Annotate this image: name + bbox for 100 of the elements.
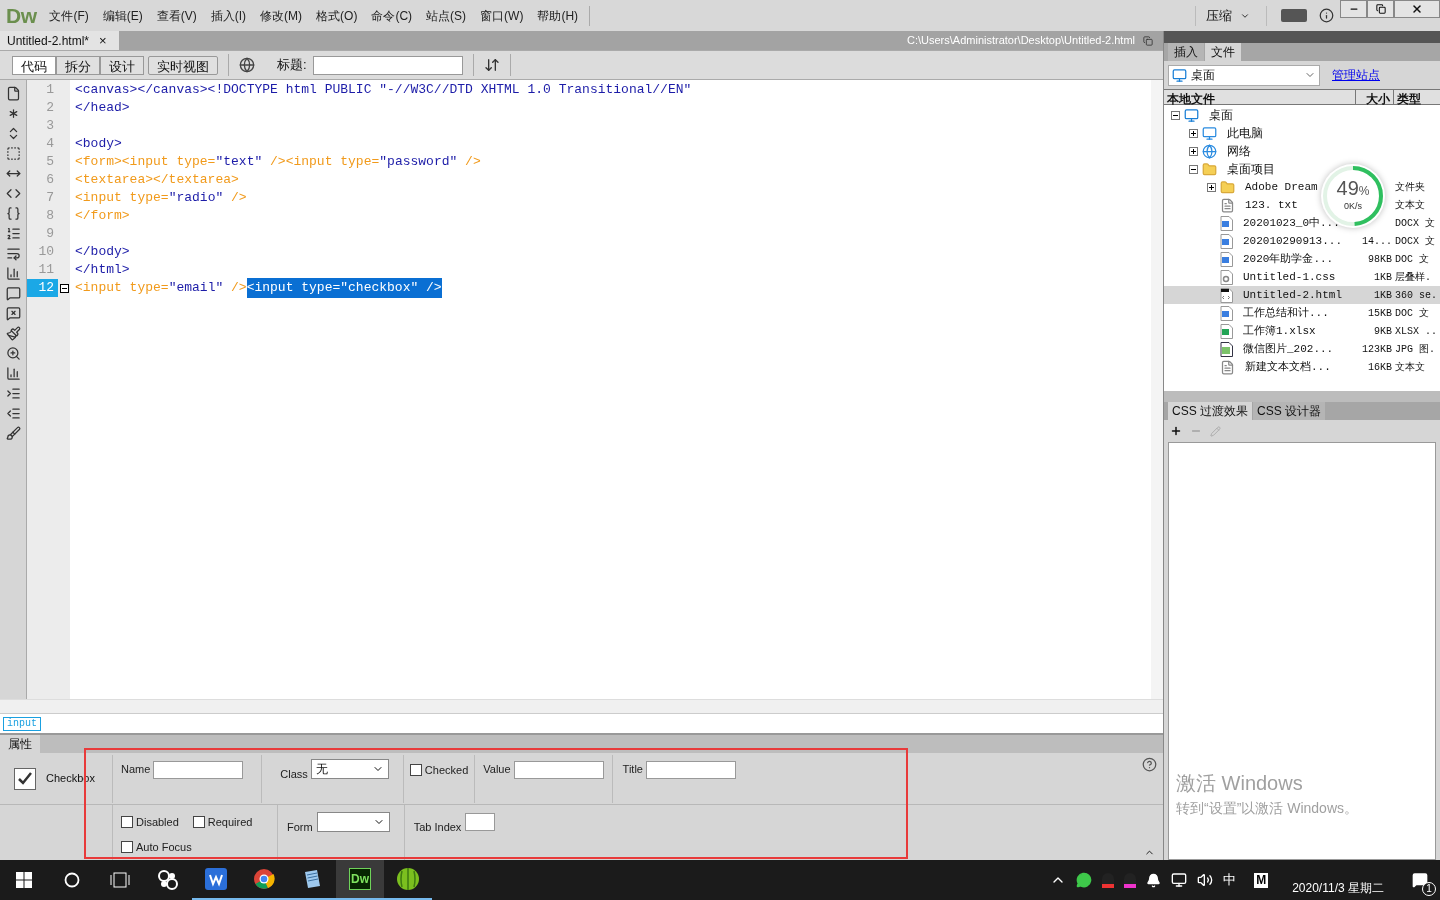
select-field[interactable]	[316, 812, 390, 832]
input-field[interactable]	[153, 760, 244, 779]
chart-icon[interactable]	[5, 266, 21, 281]
panel-tab[interactable]: CSS 设计器	[1253, 402, 1326, 420]
input-mode[interactable]: M	[1254, 872, 1269, 888]
panel-tab[interactable]: 插入	[1168, 43, 1204, 61]
file-size: 1KB	[1373, 270, 1392, 285]
checkbox[interactable]	[121, 816, 133, 829]
volume-icon[interactable]	[1197, 872, 1214, 888]
file-name[interactable]: 2020年助学金...	[1243, 250, 1334, 268]
title-field[interactable]	[312, 55, 463, 75]
input-field[interactable]	[513, 760, 604, 779]
menu-item[interactable]: 插入(I)	[203, 6, 254, 25]
workspace-switcher[interactable]: 压缩	[1206, 5, 1258, 26]
file-name[interactable]: 新建文本文档...	[1245, 358, 1331, 376]
code-token: />	[230, 279, 247, 298]
input-field[interactable]	[646, 760, 736, 779]
file-name[interactable]: 桌面项目	[1227, 160, 1275, 178]
remove-comment-icon[interactable]	[5, 306, 21, 321]
expand-icon[interactable]	[1189, 128, 1198, 138]
manage-sites-link[interactable]: 管理站点	[1332, 66, 1380, 84]
file-icon[interactable]	[5, 86, 21, 101]
close-icon	[1411, 3, 1423, 15]
fold-icon[interactable]	[60, 283, 69, 293]
menu-item[interactable]: 站点(S)	[419, 6, 474, 25]
file-name[interactable]: 123. txt	[1245, 196, 1298, 214]
input-field[interactable]	[465, 813, 496, 831]
menu-item[interactable]: 编辑(E)	[95, 6, 150, 25]
comment-icon[interactable]	[5, 286, 21, 301]
speed-reading: 0K/s	[1344, 200, 1362, 214]
info-icon[interactable]	[1319, 8, 1334, 23]
menu-item[interactable]: 命令(C)	[364, 6, 420, 25]
checkbox[interactable]	[409, 763, 422, 776]
line-number: 12	[27, 279, 58, 297]
help-icon[interactable]	[1142, 757, 1157, 772]
checkbox[interactable]	[192, 816, 205, 829]
view-tab[interactable]: 拆分	[56, 55, 100, 75]
column-header[interactable]: 本地文件	[1164, 90, 1356, 104]
restore-button[interactable]	[1367, 0, 1394, 18]
selection-icon[interactable]	[5, 146, 21, 161]
zoom-icon[interactable]	[5, 346, 21, 361]
collapse-icon[interactable]	[1189, 164, 1198, 174]
checkbox-label: Checked	[424, 762, 469, 778]
format-icon[interactable]	[5, 426, 21, 441]
notification-icon[interactable]	[1146, 872, 1162, 888]
image-file-icon	[1220, 341, 1233, 357]
menu-item[interactable]: 窗口(W)	[473, 6, 531, 25]
menu-item[interactable]: 查看(V)	[149, 6, 204, 25]
horizontal-scrollbar[interactable]	[0, 699, 1163, 713]
file-name[interactable]: Adobe Dream	[1245, 178, 1318, 196]
restore-icon[interactable]	[1143, 35, 1153, 46]
date[interactable]: 2020/11/3 星期二	[1292, 879, 1384, 897]
file-type: DOCX 文	[1395, 234, 1435, 249]
document-tab[interactable]: Untitled-2.html* ×	[0, 31, 119, 50]
line-numbers-icon[interactable]	[5, 226, 21, 241]
collapse-icon[interactable]	[1171, 110, 1180, 120]
view-tab[interactable]: 代码	[12, 55, 56, 75]
outdent-icon[interactable]	[5, 406, 21, 421]
chat-icon[interactable]	[1076, 872, 1093, 888]
checkbox[interactable]	[121, 840, 133, 853]
expand-icon[interactable]	[1189, 146, 1198, 156]
panel-tab[interactable]: 文件	[1205, 43, 1241, 61]
brush-icon[interactable]	[5, 326, 21, 341]
bars-icon[interactable]	[5, 366, 21, 381]
globe-icon[interactable]	[239, 57, 255, 73]
input-method[interactable]: 中	[1223, 870, 1237, 890]
menu-item[interactable]: 修改(M)	[253, 6, 310, 25]
select-field[interactable]: 无	[310, 758, 389, 779]
menu-item[interactable]: 格式(O)	[309, 6, 365, 25]
view-tab[interactable]: 设计	[100, 55, 144, 75]
wrap-icon[interactable]	[5, 246, 21, 261]
file-name[interactable]: 此电脑	[1227, 124, 1263, 142]
menu-item[interactable]: 帮助(H)	[530, 6, 586, 25]
taskbar-app[interactable]: Dw	[336, 860, 384, 900]
network-icon[interactable]	[1171, 872, 1188, 888]
close-icon[interactable]: ×	[99, 34, 107, 47]
file-name[interactable]: 202010290913...	[1243, 232, 1343, 250]
indent-icon[interactable]	[5, 386, 21, 401]
file-name[interactable]: 微信图片_202...	[1243, 340, 1334, 358]
braces-icon[interactable]	[5, 206, 21, 221]
file-name[interactable]: 桌面	[1209, 106, 1233, 124]
code-icon[interactable]	[5, 186, 21, 201]
panel-tab[interactable]: 属性	[0, 735, 40, 753]
file-name[interactable]: 工作簿1.xlsx	[1243, 322, 1316, 340]
view-tab[interactable]: 实时视图	[148, 55, 218, 75]
sort-icon[interactable]	[483, 57, 500, 73]
column-header[interactable]: 大小	[1356, 90, 1394, 104]
scrollbar[interactable]	[1151, 80, 1163, 699]
column-header[interactable]: 类型	[1394, 90, 1440, 104]
close-button[interactable]	[1394, 0, 1440, 18]
minimize-button[interactable]	[1340, 0, 1367, 18]
expand-icon[interactable]	[1207, 182, 1216, 192]
file-name[interactable]: 工作总结和计...	[1243, 304, 1329, 322]
file-name[interactable]: Untitled-1.css	[1243, 268, 1336, 286]
file-name[interactable]: 网络	[1227, 142, 1251, 160]
panel-tab[interactable]: CSS 过渡效果	[1168, 402, 1252, 420]
location-select[interactable]: 桌面	[1168, 64, 1320, 86]
file-type: 文本文	[1395, 360, 1425, 375]
add-icon[interactable]	[1170, 425, 1182, 437]
menu-item[interactable]: 文件(F)	[42, 6, 96, 25]
